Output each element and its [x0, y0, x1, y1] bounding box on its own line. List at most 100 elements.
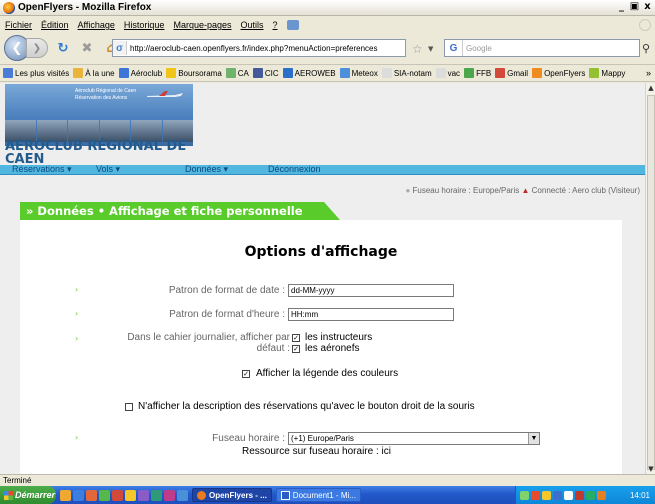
- org-name: AÉROCLUB RÉGIONAL DE CAEN: [5, 139, 187, 167]
- vertical-scrollbar[interactable]: ▲ ▼: [645, 83, 655, 474]
- windows-flag-icon: [4, 490, 13, 500]
- quicklaunch-app-icon[interactable]: [112, 489, 123, 501]
- task-document1[interactable]: Document1 - Mi...: [275, 488, 361, 502]
- bookmark-item[interactable]: Mappy: [589, 68, 625, 78]
- scrollbar-thumb[interactable]: [647, 95, 655, 470]
- menu-edition[interactable]: Édition: [41, 20, 69, 30]
- bookmark-favicon-icon: [73, 68, 84, 78]
- nav-deconnexion[interactable]: Déconnexion: [268, 164, 321, 174]
- bookmark-label: CIC: [264, 68, 279, 78]
- bookmark-item[interactable]: vac: [435, 68, 460, 78]
- quicklaunch-app-icon[interactable]: [125, 489, 136, 501]
- quicklaunch-app-icon[interactable]: [73, 489, 84, 501]
- scroll-down-icon[interactable]: ▼: [647, 465, 655, 473]
- bookmarks-overflow-icon[interactable]: »: [646, 68, 651, 78]
- page-title: Options d'affichage: [244, 244, 398, 260]
- time-format-label: Patron de format d'heure :: [169, 309, 285, 320]
- tray-icon[interactable]: [542, 490, 551, 500]
- tray-icon[interactable]: [531, 490, 540, 500]
- tray-icon[interactable]: [520, 490, 529, 500]
- aeronefs-checkbox[interactable]: ✓: [292, 345, 300, 353]
- minimize-button[interactable]: _: [616, 1, 627, 12]
- task-openflyers[interactable]: OpenFlyers - ...: [192, 488, 272, 502]
- bookmark-star-icon[interactable]: ☆: [412, 42, 423, 56]
- menu-marque-pages[interactable]: Marque-pages: [173, 20, 231, 30]
- timezone-resource-link[interactable]: Ressource sur fuseau horaire : ici: [242, 446, 391, 457]
- time-format-input[interactable]: HH:mm: [288, 308, 454, 321]
- desc-right-click-checkbox[interactable]: [125, 403, 133, 411]
- nav-donnees[interactable]: Données ▾: [185, 164, 228, 175]
- bookmark-item[interactable]: Aéroclub: [118, 68, 162, 78]
- firefox-icon: [197, 490, 206, 500]
- nav-vols[interactable]: Vols ▾: [96, 164, 120, 175]
- legend-checkbox[interactable]: ✓: [242, 370, 250, 378]
- chevron-down-icon[interactable]: ▼: [528, 433, 539, 444]
- bookmark-item[interactable]: SIA-notam: [381, 68, 432, 78]
- timezone-selected-value: (+1) Europe/Paris: [291, 434, 354, 443]
- bookmark-label: À la une: [85, 68, 115, 78]
- close-button[interactable]: x: [642, 1, 653, 12]
- bookmark-item[interactable]: AEROWEB: [282, 68, 336, 78]
- start-button[interactable]: Démarrer: [0, 486, 56, 504]
- bookmark-favicon-icon: [225, 68, 236, 78]
- bookmark-item[interactable]: FFB: [464, 68, 491, 78]
- tray-icon[interactable]: [597, 490, 606, 500]
- bookmark-item[interactable]: Gmail: [495, 68, 528, 78]
- nav-reservations[interactable]: Réservations ▾: [12, 164, 72, 175]
- menu-fichier[interactable]: Fichier: [5, 20, 32, 30]
- download-icon[interactable]: [286, 20, 299, 30]
- restore-button[interactable]: ▣: [629, 1, 640, 12]
- bookmark-item[interactable]: Les plus visités: [3, 68, 69, 78]
- quicklaunch-app-icon[interactable]: [164, 489, 175, 501]
- reload-button[interactable]: ↻: [54, 39, 72, 57]
- url-bar[interactable]: σ http://aeroclub-caen.openflyers.fr/ind…: [112, 39, 406, 57]
- forward-button[interactable]: ❯: [26, 38, 48, 58]
- tray-icon[interactable]: [586, 490, 595, 500]
- row-bullet-icon: ›: [75, 433, 79, 442]
- aeronefs-label: les aéronefs: [305, 343, 360, 354]
- quicklaunch-app-icon[interactable]: [177, 489, 188, 501]
- google-icon[interactable]: G: [445, 40, 463, 56]
- menu-outils[interactable]: Outils: [241, 20, 264, 30]
- quick-launch: [60, 489, 188, 501]
- bookmark-item[interactable]: Meteox: [339, 68, 378, 78]
- row-bullet-icon: ›: [75, 285, 79, 294]
- url-dropdown-icon[interactable]: ▼: [428, 45, 433, 53]
- quicklaunch-app-icon[interactable]: [99, 489, 110, 501]
- section-title: » Données • Affichage et fiche personnel…: [20, 202, 340, 220]
- tray-icon[interactable]: [553, 490, 562, 500]
- menu-historique[interactable]: Historique: [124, 20, 165, 30]
- bookmark-item[interactable]: Boursorama: [166, 68, 222, 78]
- quicklaunch-app-icon[interactable]: [60, 489, 71, 501]
- bookmark-favicon-icon: [118, 68, 129, 78]
- menu-affichage[interactable]: Affichage: [78, 20, 115, 30]
- quicklaunch-app-icon[interactable]: [138, 489, 149, 501]
- bookmark-item[interactable]: OpenFlyers: [532, 68, 585, 78]
- bookmark-item[interactable]: CA: [225, 68, 249, 78]
- menu-help[interactable]: ?: [273, 20, 278, 30]
- timezone-select[interactable]: (+1) Europe/Paris ▼: [288, 432, 540, 445]
- instructeurs-label: les instructeurs: [305, 332, 373, 343]
- bookmark-favicon-icon: [589, 68, 600, 78]
- nav-reservations-label: Réservations: [12, 164, 65, 174]
- stop-button[interactable]: ✖: [78, 39, 96, 57]
- menu-bar: Fichier Édition Affichage Historique Mar…: [0, 17, 655, 33]
- start-label: Démarrer: [15, 490, 56, 500]
- page-viewport: Aéroclub Régional de Caen Réservation de…: [0, 83, 645, 474]
- quicklaunch-app-icon[interactable]: [86, 489, 97, 501]
- bookmark-label: Gmail: [507, 68, 529, 78]
- instructeurs-checkbox[interactable]: ✓: [292, 334, 300, 342]
- date-format-input[interactable]: dd-MM-yyyy: [288, 284, 454, 297]
- tray-icon[interactable]: [575, 490, 584, 500]
- system-tray: 14:01: [515, 486, 655, 504]
- tray-icon[interactable]: [564, 490, 573, 500]
- scroll-up-icon[interactable]: ▲: [647, 84, 655, 92]
- bookmark-item[interactable]: À la une: [73, 68, 115, 78]
- search-magnifier-icon[interactable]: ⚲: [642, 42, 650, 55]
- bookmark-label: SIA-notam: [393, 68, 432, 78]
- quicklaunch-app-icon[interactable]: [151, 489, 162, 501]
- connected-status: Connecté : Aero club (Visiteur): [531, 186, 640, 195]
- search-input[interactable]: G Google: [444, 39, 640, 57]
- bookmark-favicon-icon: [282, 68, 293, 78]
- bookmark-item[interactable]: CIC: [252, 68, 279, 78]
